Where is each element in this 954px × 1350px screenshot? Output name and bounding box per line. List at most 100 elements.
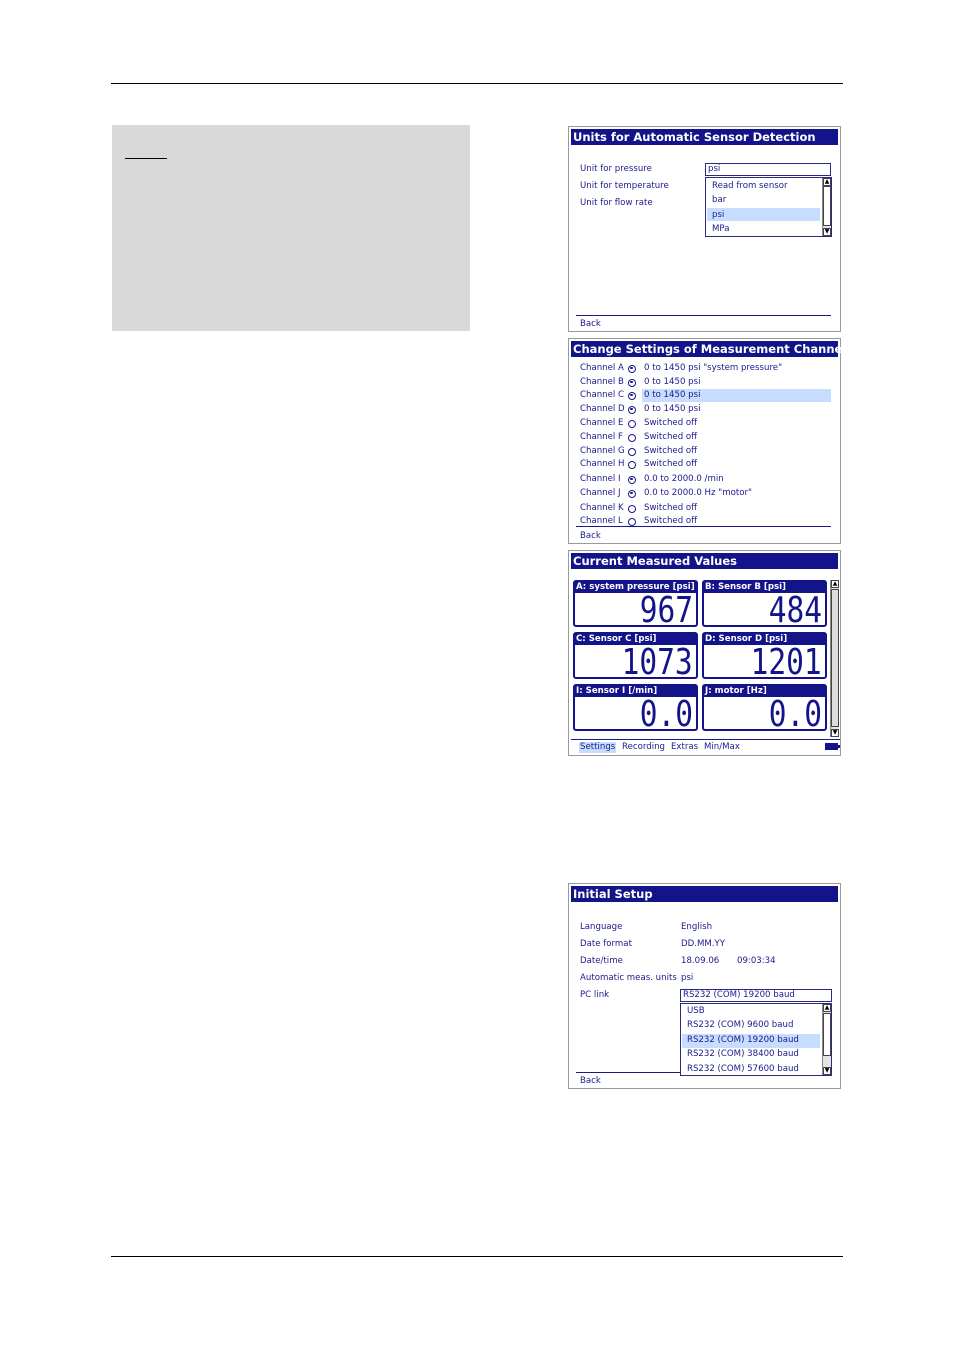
channel-name: Channel A	[580, 363, 624, 373]
pc-link-option[interactable]: RS232 (COM) 57600 baud	[687, 1064, 799, 1075]
tab-extras[interactable]: Extras	[671, 742, 698, 753]
value-tile[interactable]: B: Sensor B [psi] 484	[702, 580, 827, 631]
unit-pressure-select-value: psi	[708, 164, 721, 174]
channel-value[interactable]: 0.0 to 2000.0 Hz "motor"	[644, 488, 752, 499]
date-format-label: Date format	[580, 939, 632, 949]
channel-value[interactable]: 0 to 1450 psi	[644, 377, 700, 388]
unit-option[interactable]: psi	[712, 210, 724, 221]
scroll-up-icon[interactable]: ▲	[823, 178, 831, 186]
back-divider	[576, 1072, 680, 1073]
channel-value[interactable]: 0 to 1450 psi	[644, 390, 700, 401]
value-tile[interactable]: I: Sensor I [/min] 0.0	[573, 684, 698, 734]
channel-off-radio-icon[interactable]	[628, 447, 636, 456]
unit-option[interactable]: Read from sensor	[712, 181, 788, 192]
unit-option[interactable]: bar	[712, 195, 726, 206]
back-button[interactable]: Back	[580, 319, 601, 330]
channel-off-radio-icon[interactable]	[628, 433, 636, 442]
channel-off-radio-icon[interactable]	[628, 504, 636, 513]
scroll-up-icon[interactable]: ▲	[823, 1004, 831, 1012]
channel-name: Channel B	[580, 377, 624, 387]
channel-off-radio-icon[interactable]	[628, 460, 636, 469]
datetime-label: Date/time	[580, 956, 623, 966]
date-value[interactable]: 18.09.06	[681, 956, 719, 967]
scroll-down-icon[interactable]: ▼	[823, 228, 831, 236]
value-tile[interactable]: A: system pressure [psi] 967	[573, 580, 698, 631]
tab-settings[interactable]: Settings	[579, 742, 617, 753]
channel-name: Channel C	[580, 390, 625, 400]
auto-units-label: Automatic meas. units	[580, 973, 677, 983]
channel-name: Channel H	[580, 459, 625, 469]
scroll-thumb[interactable]	[823, 1013, 831, 1056]
tile-value: 484	[768, 590, 822, 631]
unit-options-scrollbar[interactable]: ▲ ▼	[822, 178, 831, 236]
pc-link-option[interactable]: RS232 (COM) 19200 baud	[687, 1035, 799, 1046]
pc-link-scrollbar[interactable]: ▲ ▼	[822, 1004, 831, 1075]
channel-value[interactable]: 0 to 1450 psi	[644, 404, 700, 415]
channel-on-radio-icon[interactable]	[628, 364, 636, 373]
channel-off-radio-icon[interactable]	[628, 419, 636, 428]
channel-value[interactable]: 0.0 to 2000.0 /min	[644, 474, 724, 485]
channel-value[interactable]: Switched off	[644, 446, 697, 457]
pc-link-option[interactable]: USB	[687, 1006, 705, 1017]
channels-screen-title: Change Settings of Measurement Channels	[571, 341, 854, 357]
tile-value: 0.0	[768, 694, 822, 735]
unit-pressure-select[interactable]: psi	[705, 163, 831, 176]
tab-recording[interactable]: Recording	[622, 742, 665, 753]
channel-on-radio-icon[interactable]	[628, 405, 636, 414]
unit-pressure-label: Unit for pressure	[580, 164, 652, 174]
channel-value[interactable]: Switched off	[644, 418, 697, 429]
pc-link-select[interactable]: RS232 (COM) 19200 baud	[680, 989, 832, 1002]
language-value[interactable]: English	[681, 922, 712, 933]
channel-name: Channel E	[580, 418, 624, 428]
channel-on-radio-icon[interactable]	[628, 378, 636, 387]
initial-setup-screen: Initial Setup Language English Date form…	[568, 883, 841, 1089]
channel-name: Channel I	[580, 474, 621, 484]
note-underline	[125, 158, 167, 159]
tabs-divider	[571, 739, 840, 740]
pc-link-option[interactable]: RS232 (COM) 9600 baud	[687, 1020, 793, 1031]
channel-value[interactable]: Switched off	[644, 516, 697, 527]
header-rule	[111, 83, 843, 84]
unit-option[interactable]: MPa	[712, 224, 729, 235]
auto-units-value[interactable]: psi	[681, 973, 693, 984]
tile-value: 1073	[621, 642, 693, 683]
battery-icon	[825, 743, 840, 750]
units-screen: Units for Automatic Sensor Detection Uni…	[568, 126, 841, 332]
scroll-down-icon[interactable]: ▼	[831, 729, 839, 737]
scroll-down-icon[interactable]: ▼	[823, 1067, 831, 1075]
pc-link-options-list[interactable]: USB RS232 (COM) 9600 baud RS232 (COM) 19…	[680, 1003, 832, 1076]
channel-value[interactable]: Switched off	[644, 459, 697, 470]
pc-link-label: PC link	[580, 990, 610, 1000]
scroll-up-icon[interactable]: ▲	[831, 580, 839, 588]
scroll-thumb[interactable]	[831, 589, 839, 727]
value-tile[interactable]: J: motor [Hz] 0.0	[702, 684, 827, 735]
channel-value[interactable]: Switched off	[644, 432, 697, 443]
footer-rule	[111, 1256, 843, 1257]
tile-value: 967	[639, 590, 693, 631]
scroll-thumb[interactable]	[823, 186, 831, 226]
channel-value[interactable]: 0 to 1450 psi "system pressure"	[644, 363, 782, 374]
channel-on-radio-icon[interactable]	[628, 475, 636, 484]
initial-setup-title: Initial Setup	[571, 886, 838, 902]
values-scrollbar[interactable]: ▲ ▼	[830, 580, 839, 737]
channel-name: Channel J	[580, 488, 621, 498]
date-format-value[interactable]: DD.MM.YY	[681, 939, 725, 950]
channel-on-radio-icon[interactable]	[628, 489, 636, 498]
value-tile[interactable]: C: Sensor C [psi] 1073	[573, 632, 698, 683]
units-screen-title: Units for Automatic Sensor Detection	[571, 129, 838, 145]
pc-link-option[interactable]: RS232 (COM) 38400 baud	[687, 1049, 799, 1060]
channel-name: Channel D	[580, 404, 625, 414]
unit-options-list[interactable]: Read from sensor bar psi MPa ▲ ▼	[705, 177, 832, 237]
unit-temperature-label: Unit for temperature	[580, 181, 669, 191]
channel-off-radio-icon[interactable]	[628, 517, 636, 526]
channel-value[interactable]: Switched off	[644, 503, 697, 514]
value-tile[interactable]: D: Sensor D [psi] 1201	[702, 632, 827, 683]
back-button[interactable]: Back	[580, 1076, 601, 1087]
channel-on-radio-icon[interactable]	[628, 391, 636, 400]
language-label: Language	[580, 922, 623, 932]
measured-values-screen: Current Measured Values A: system pressu…	[568, 550, 841, 756]
tile-value: 1201	[750, 642, 822, 683]
tab-minmax[interactable]: Min/Max	[704, 742, 740, 753]
time-value[interactable]: 09:03:34	[737, 956, 776, 967]
back-button[interactable]: Back	[580, 531, 601, 542]
